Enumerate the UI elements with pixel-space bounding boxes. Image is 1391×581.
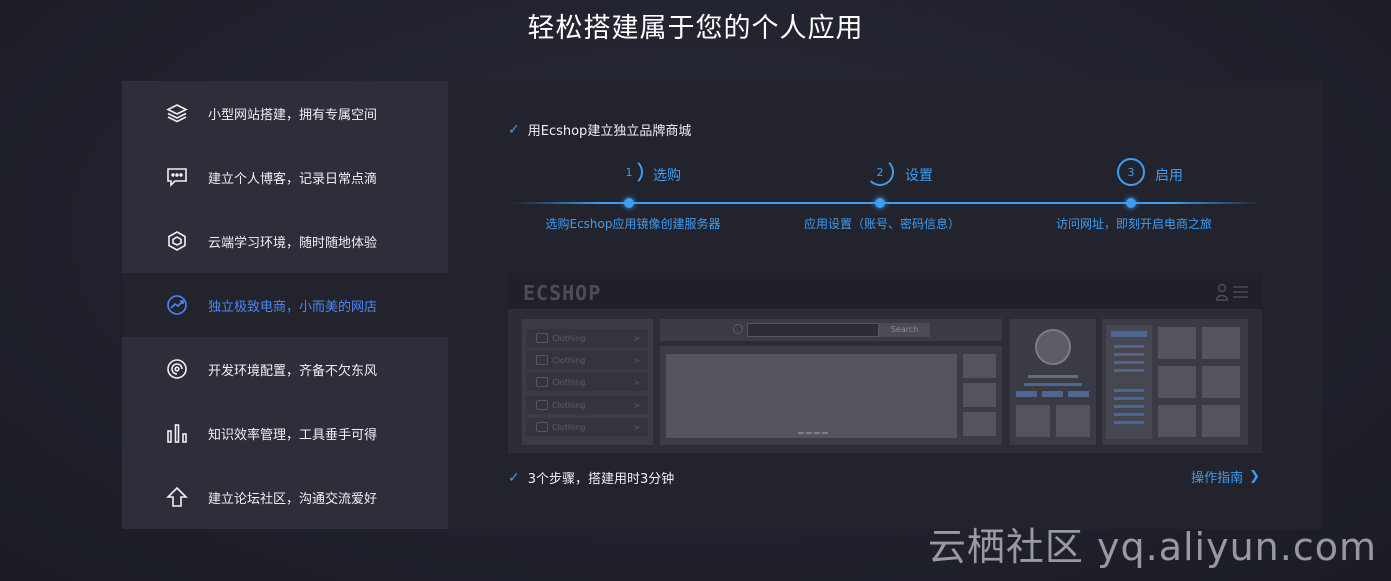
mockup-tile (1202, 327, 1240, 359)
chevron-right-icon: ❯ (1249, 469, 1260, 484)
mockup-menu-column (1106, 325, 1152, 439)
sidebar-item-knowledge[interactable]: 知识效率管理，工具垂手可得 (122, 401, 448, 465)
guide-link-label: 操作指南 (1191, 471, 1244, 486)
check-icon: ✓ (508, 121, 520, 138)
mockup-tile (1158, 327, 1196, 359)
sidebar-item-label: 开发环境配置，齐备不欠东风 (208, 363, 378, 379)
sidebar-item-ecommerce[interactable]: 独立极致电商，小而美的网店 (122, 273, 448, 337)
mockup-search-field (747, 323, 879, 337)
mockup-category-item: Clothing > (526, 351, 648, 369)
mockup-tile (1158, 405, 1196, 437)
mockup-stars (1028, 375, 1078, 378)
mockup-grid-card (1102, 319, 1248, 445)
mockup-tab (1068, 391, 1089, 397)
step-number-1: 1 (615, 158, 643, 186)
page-title: 轻松搭建属于您的个人应用 (527, 13, 864, 44)
mockup-line (1024, 383, 1082, 386)
sidebar-item-label: 小型网站搭建，拥有专属空间 (208, 107, 378, 123)
footer-note-text: 3个步骤，搭建用时3分钟 (527, 472, 675, 487)
step-label-3: 启用 (1155, 168, 1183, 184)
footer-note: ✓ 3个步骤，搭建用时3分钟 (508, 468, 675, 488)
mockup-tab (1042, 391, 1063, 397)
mockup-banner-area (660, 346, 1002, 445)
mockup-banner (666, 354, 957, 438)
mockup-tile (1202, 366, 1240, 398)
sidebar-item-blog[interactable]: 建立个人博客，记录日常点滴 (122, 145, 448, 209)
mockup-tile (1158, 366, 1196, 398)
mockup-header: ECSHOP (508, 273, 1262, 309)
user-menu-icon (1216, 283, 1248, 301)
check-icon: ✓ (508, 469, 520, 486)
step-dot (875, 198, 885, 208)
sidebar-item-label: 建立论坛社区，沟通交流爱好 (208, 491, 378, 507)
hexagon-icon (164, 228, 190, 254)
guide-link[interactable]: 操作指南 ❯ (1191, 467, 1260, 486)
step-desc-3: 访问网址，即刻开启电商之旅 (1055, 217, 1212, 231)
mockup-thumb (963, 383, 996, 407)
sidebar-item-devenv[interactable]: 开发环境配置，齐备不欠东风 (122, 337, 448, 401)
mockup-category-item: Clothing > (526, 418, 648, 436)
mockup-category-item: Clothing > (526, 329, 648, 347)
sidebar-item-website[interactable]: 小型网站搭建，拥有专属空间 (122, 81, 448, 145)
mockup-search-bar: Search (660, 319, 1002, 341)
mockup-search-button: Search (879, 323, 930, 337)
step-dot (624, 198, 634, 208)
mockup-search-icon (733, 324, 743, 334)
step-dot (1126, 198, 1136, 208)
mockup-tile (1016, 405, 1050, 437)
mockup-tile (1202, 405, 1240, 437)
sidebar-item-forum[interactable]: 建立论坛社区，沟通交流爱好 (122, 465, 448, 529)
up-arrow-icon (164, 484, 190, 510)
step-desc-1: 选购Ecshop应用镜像创建服务器 (545, 217, 721, 231)
step-label-1: 选购 (653, 168, 681, 184)
bar-chart-icon (164, 420, 190, 446)
mockup-pager (798, 432, 828, 434)
ecshop-mockup-image: ECSHOP Clothing > Clothing > Clothing > Clo… (508, 273, 1262, 453)
sidebar-item-label: 知识效率管理，工具垂手可得 (208, 427, 378, 443)
mockup-category-item: Clothing > (526, 396, 648, 414)
spiral-icon (164, 356, 190, 382)
step-desc-2: 应用设置（账号、密码信息） (803, 217, 960, 231)
mockup-tile (1056, 405, 1090, 437)
mockup-profile-card (1010, 319, 1096, 445)
sidebar-item-label: 独立极致电商，小而美的网店 (208, 299, 378, 315)
sidebar-item-learning[interactable]: 云端学习环境，随时随地体验 (122, 209, 448, 273)
mockup-category-panel: Clothing > Clothing > Clothing > Clothing > … (522, 319, 653, 445)
layers-icon (164, 100, 190, 126)
sidebar-item-label: 云端学习环境，随时随地体验 (208, 235, 378, 251)
mockup-logo: ECSHOP (523, 281, 602, 305)
mockup-category-item: Clothing > (526, 373, 648, 391)
headline-text: 用Ecshop建立独立品牌商城 (527, 124, 692, 139)
mockup-tab (1016, 391, 1037, 397)
sidebar: 小型网站搭建，拥有专属空间 建立个人博客，记录日常点滴 云端学习环境，随时随地体… (122, 81, 448, 529)
sidebar-item-label: 建立个人博客，记录日常点滴 (208, 171, 378, 187)
mockup-thumb (963, 354, 996, 378)
mockup-avatar (1035, 329, 1071, 365)
headline: ✓ 用Ecshop建立独立品牌商城 (508, 120, 692, 140)
detail-panel: ✓ 用Ecshop建立独立品牌商城 1 选购 2 设置 3 启用 选购Ecsho… (448, 81, 1322, 529)
step-number-2: 2 (866, 158, 894, 186)
watermark: 云栖社区 yq.aliyun.com (927, 525, 1377, 569)
trend-circle-icon (164, 292, 190, 318)
mockup-thumb (963, 412, 996, 436)
step-label-2: 设置 (905, 168, 933, 184)
chat-bubble-icon (164, 164, 190, 190)
step-number-3: 3 (1117, 158, 1145, 186)
